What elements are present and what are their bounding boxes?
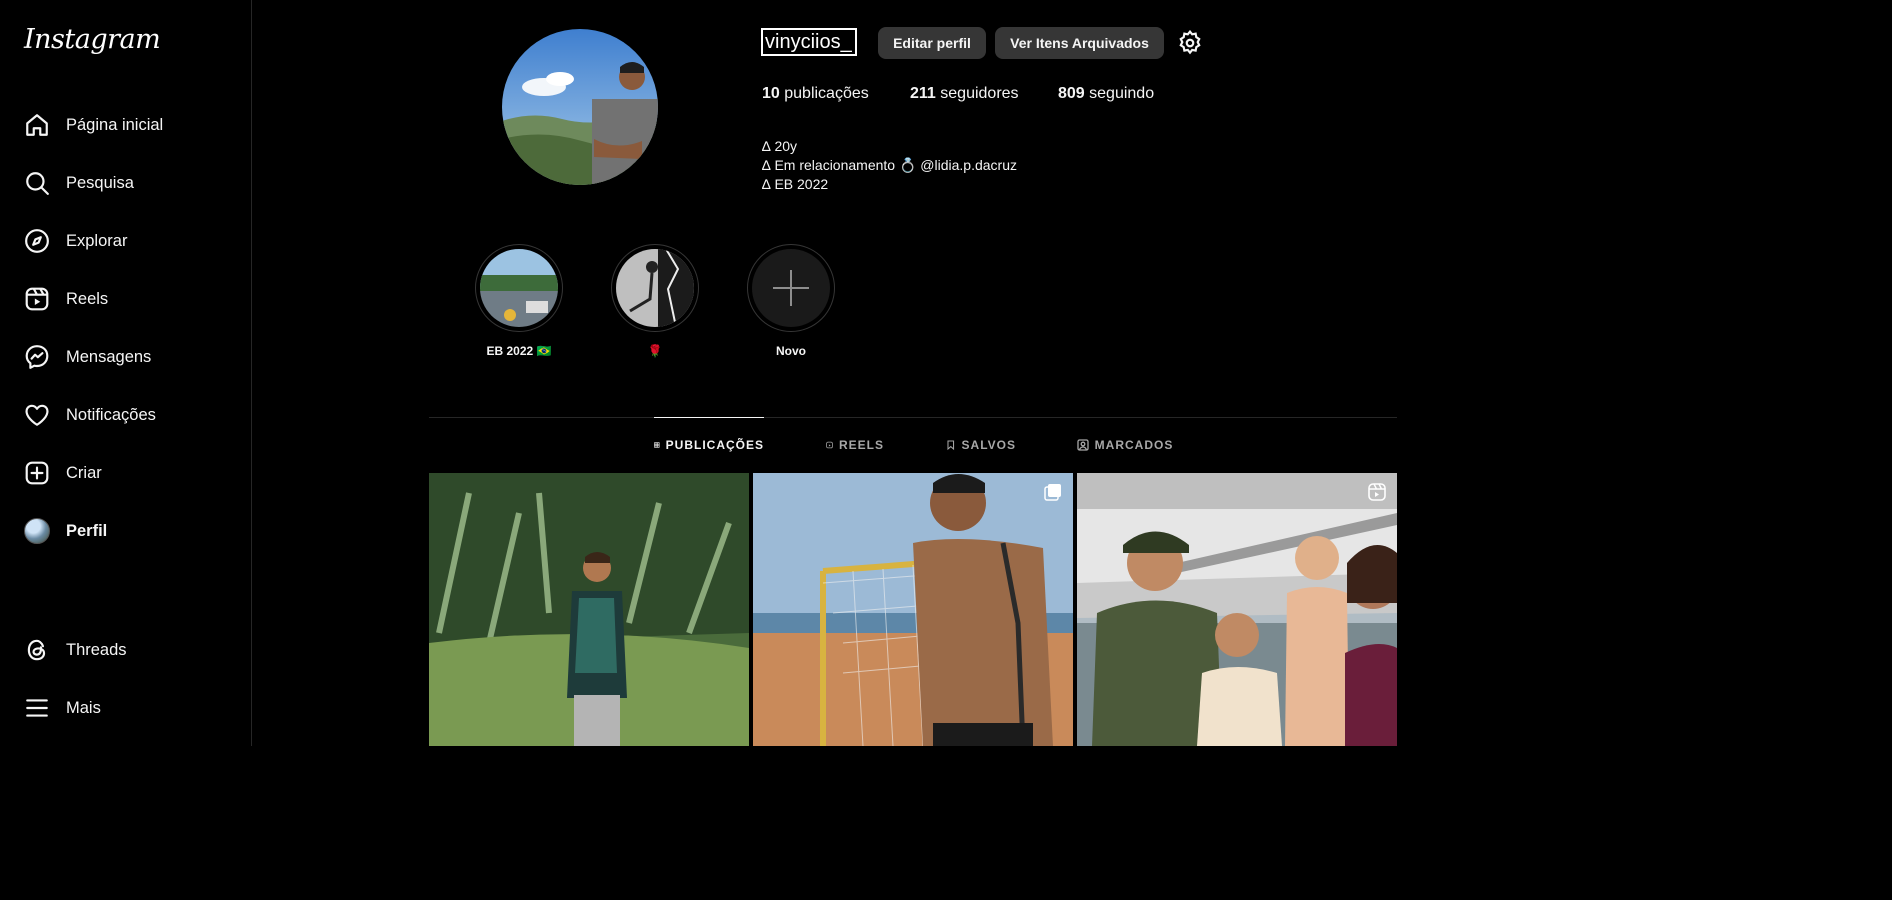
instagram-logo[interactable]: Instagram	[24, 24, 161, 55]
highlight-new[interactable]: Novo	[747, 244, 835, 358]
gear-icon[interactable]	[1177, 30, 1203, 56]
profile-avatar[interactable]	[502, 29, 658, 185]
following-stat[interactable]: 809 seguindo	[1058, 85, 1154, 103]
tab-label: PUBLICAÇÕES	[665, 438, 764, 452]
highlight-cover	[475, 244, 563, 332]
reel-icon	[1368, 483, 1386, 501]
sidebar-item-more[interactable]: Mais	[12, 684, 240, 732]
reels-icon	[24, 286, 50, 312]
sidebar-item-label: Notificações	[66, 405, 156, 424]
tab-label: REELS	[838, 438, 884, 452]
menu-icon	[24, 695, 50, 721]
home-icon	[24, 112, 50, 138]
sidebar-item-reels[interactable]: Reels	[12, 275, 240, 323]
post-thumbnail[interactable]	[753, 473, 1073, 746]
highlight-cover	[611, 244, 699, 332]
post-image	[753, 473, 1073, 746]
bio-line: ∆ Em relacionamento 💍 @lidia.p.dacruz	[762, 157, 1017, 173]
sidebar-item-label: Criar	[66, 463, 102, 482]
sidebar-item-create[interactable]: Criar	[12, 449, 240, 497]
sidebar-item-search[interactable]: Pesquisa	[12, 159, 240, 207]
bio: ∆ 20y ∆ Em relacionamento 💍 @lidia.p.dac…	[762, 137, 1017, 194]
tagged-icon	[1077, 439, 1089, 451]
posts-label: publicações	[784, 85, 869, 102]
threads-icon	[24, 637, 50, 663]
bio-line: ∆ 20y	[762, 138, 798, 154]
bio-line: ∆ EB 2022	[762, 176, 829, 192]
sidebar-item-label: Explorar	[66, 231, 128, 250]
reels-icon	[826, 441, 833, 449]
bookmark-icon	[947, 440, 955, 451]
edit-profile-button[interactable]: Editar perfil	[878, 27, 986, 59]
sidebar-item-profile[interactable]: Perfil	[12, 507, 240, 555]
highlight-label: 🌹	[647, 344, 663, 358]
tab-tagged[interactable]: MARCADOS	[1076, 418, 1174, 472]
post-image	[1077, 473, 1397, 746]
sidebar: Instagram Página inicial Pesquisa Explor…	[0, 0, 252, 746]
following-count: 809	[1058, 85, 1085, 102]
highlight-label: EB 2022 🇧🇷	[486, 344, 552, 358]
followers-label: seguidores	[940, 85, 1019, 102]
tab-label: MARCADOS	[1094, 438, 1174, 452]
username[interactable]: vinyciios_	[761, 28, 857, 56]
tab-saved[interactable]: SALVOS	[946, 418, 1016, 472]
highlight-cover	[747, 244, 835, 332]
sidebar-item-label: Pesquisa	[66, 173, 134, 192]
sidebar-item-label: Threads	[66, 640, 127, 659]
sidebar-item-threads[interactable]: Threads	[12, 626, 240, 674]
tab-posts[interactable]: PUBLICAÇÕES	[654, 417, 764, 472]
sidebar-item-notifications[interactable]: Notificações	[12, 391, 240, 439]
sidebar-item-label: Mensagens	[66, 347, 152, 366]
following-label: seguindo	[1089, 85, 1155, 102]
sidebar-item-label: Mais	[66, 698, 101, 717]
heart-icon	[24, 402, 50, 428]
sidebar-item-explore[interactable]: Explorar	[12, 217, 240, 265]
tabs-divider	[429, 417, 1397, 418]
tab-label: SALVOS	[961, 438, 1016, 452]
plus-square-icon	[24, 460, 50, 486]
plus-icon	[773, 270, 809, 306]
highlight-label: Novo	[776, 344, 806, 358]
archive-button[interactable]: Ver Itens Arquivados	[995, 27, 1164, 59]
sidebar-item-label: Reels	[66, 289, 109, 308]
sidebar-item-messages[interactable]: Mensagens	[12, 333, 240, 381]
search-icon	[24, 170, 50, 196]
carousel-icon	[1044, 484, 1061, 501]
grid-icon	[654, 442, 660, 448]
compass-icon	[24, 228, 50, 254]
highlight-eb2022[interactable]: EB 2022 🇧🇷	[475, 244, 563, 358]
followers-stat[interactable]: 211 seguidores	[910, 85, 1019, 103]
avatar	[24, 518, 50, 544]
messenger-icon	[24, 344, 50, 370]
sidebar-item-home[interactable]: Página inicial	[12, 101, 240, 149]
sidebar-item-label: Perfil	[66, 521, 108, 540]
posts-stat: 10 publicações	[762, 85, 869, 103]
tab-reels[interactable]: REELS	[826, 418, 884, 472]
followers-count: 211	[910, 85, 936, 102]
sidebar-item-label: Página inicial	[66, 115, 164, 134]
highlight-rose[interactable]: 🌹	[611, 244, 699, 358]
post-thumbnail[interactable]	[429, 473, 749, 746]
post-thumbnail[interactable]	[1077, 473, 1397, 746]
posts-count: 10	[762, 85, 780, 102]
post-image	[429, 473, 749, 746]
